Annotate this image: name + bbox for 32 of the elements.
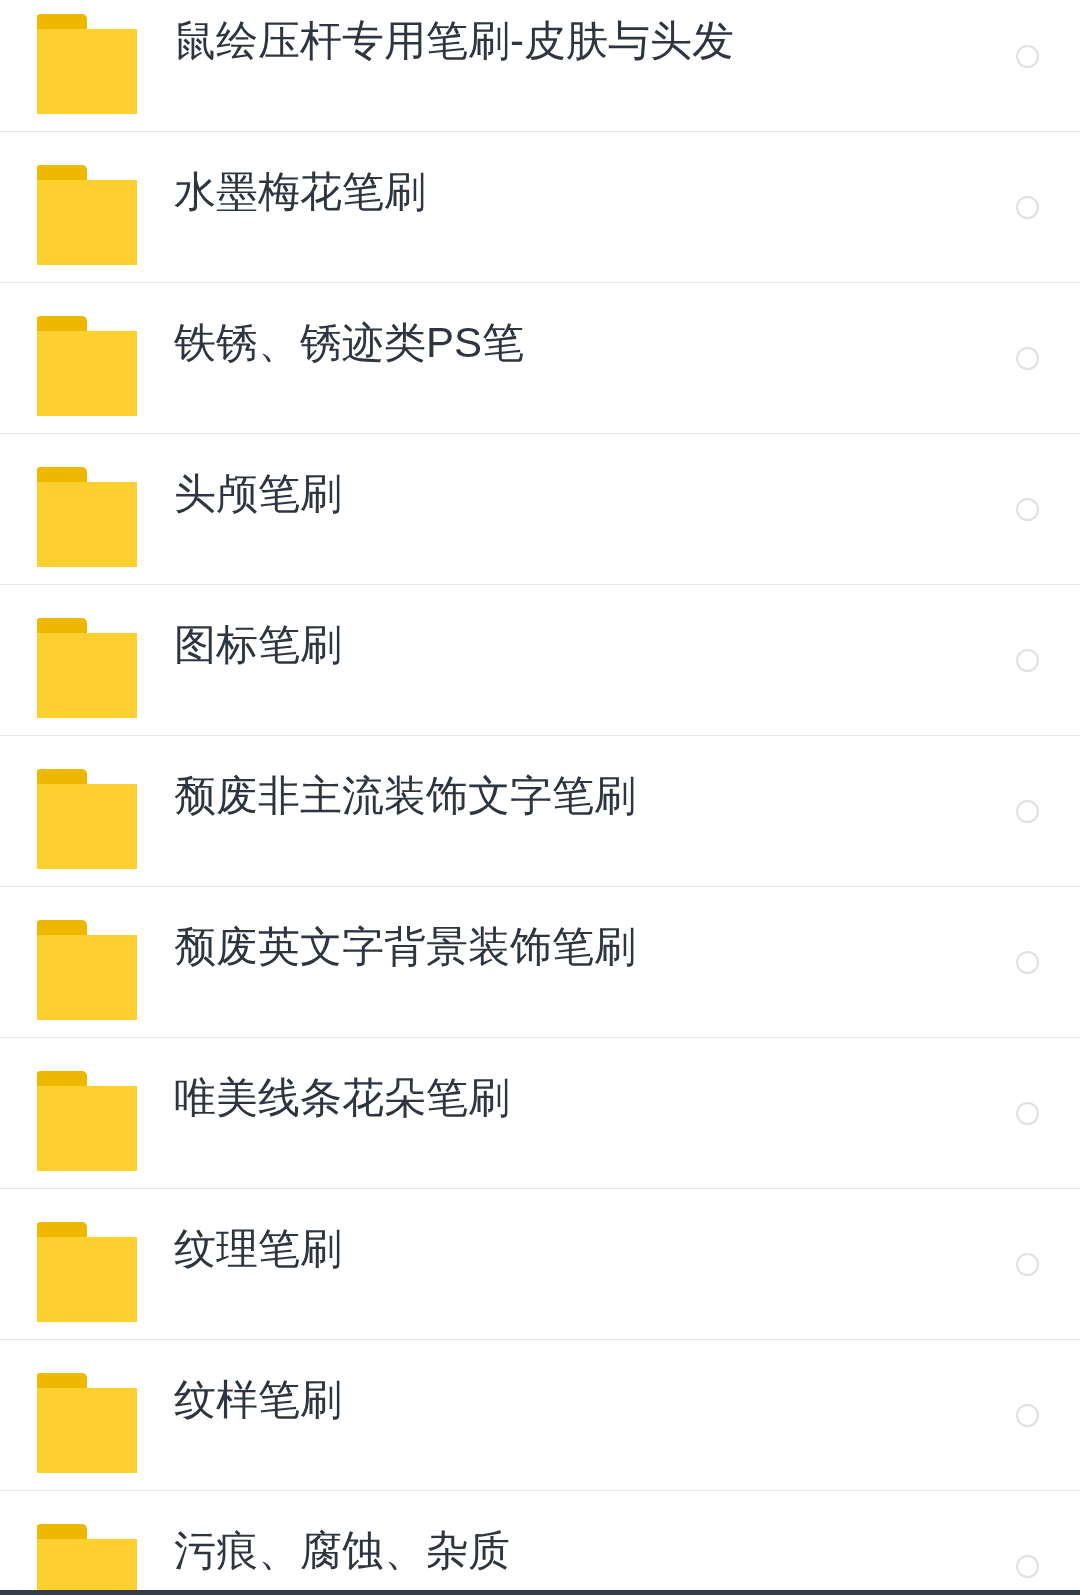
select-radio[interactable] (1016, 800, 1039, 823)
folder-name[interactable]: 图标笔刷 (174, 617, 342, 673)
folder-name[interactable]: 纹样笔刷 (174, 1372, 342, 1428)
folder-icon (37, 1222, 137, 1322)
select-radio[interactable] (1016, 951, 1039, 974)
select-radio[interactable] (1016, 498, 1039, 521)
folder-icon (37, 920, 137, 1020)
folder-name[interactable]: 纹理笔刷 (174, 1221, 342, 1277)
folder-icon (37, 1071, 137, 1171)
folder-name[interactable]: 头颅笔刷 (174, 466, 342, 522)
select-radio[interactable] (1016, 45, 1039, 68)
select-radio[interactable] (1016, 1102, 1039, 1125)
folder-name[interactable]: 污痕、腐蚀、杂质 (174, 1523, 510, 1579)
select-radio[interactable] (1016, 196, 1039, 219)
folder-name[interactable]: 唯美线条花朵笔刷 (174, 1070, 510, 1126)
folder-name[interactable]: 颓废非主流装饰文字笔刷 (174, 768, 636, 824)
folder-name[interactable]: 水墨梅花笔刷 (174, 164, 426, 220)
select-radio[interactable] (1016, 347, 1039, 370)
select-radio[interactable] (1016, 649, 1039, 672)
folder-icon (37, 467, 137, 567)
select-radio[interactable] (1016, 1404, 1039, 1427)
folder-icon (37, 14, 137, 114)
folder-icon (37, 165, 137, 265)
folder-name[interactable]: 颓废英文字背景装饰笔刷 (174, 919, 636, 975)
select-radio[interactable] (1016, 1253, 1039, 1276)
folder-icon (37, 1373, 137, 1473)
folder-name[interactable]: 铁锈、锈迹类PS笔 (174, 315, 525, 371)
folder-icon (37, 618, 137, 718)
folder-icon (37, 769, 137, 869)
select-radio[interactable] (1016, 1555, 1039, 1578)
folder-icon (37, 316, 137, 416)
folder-name[interactable]: 鼠绘压杆专用笔刷-皮肤与头发 (174, 13, 734, 69)
